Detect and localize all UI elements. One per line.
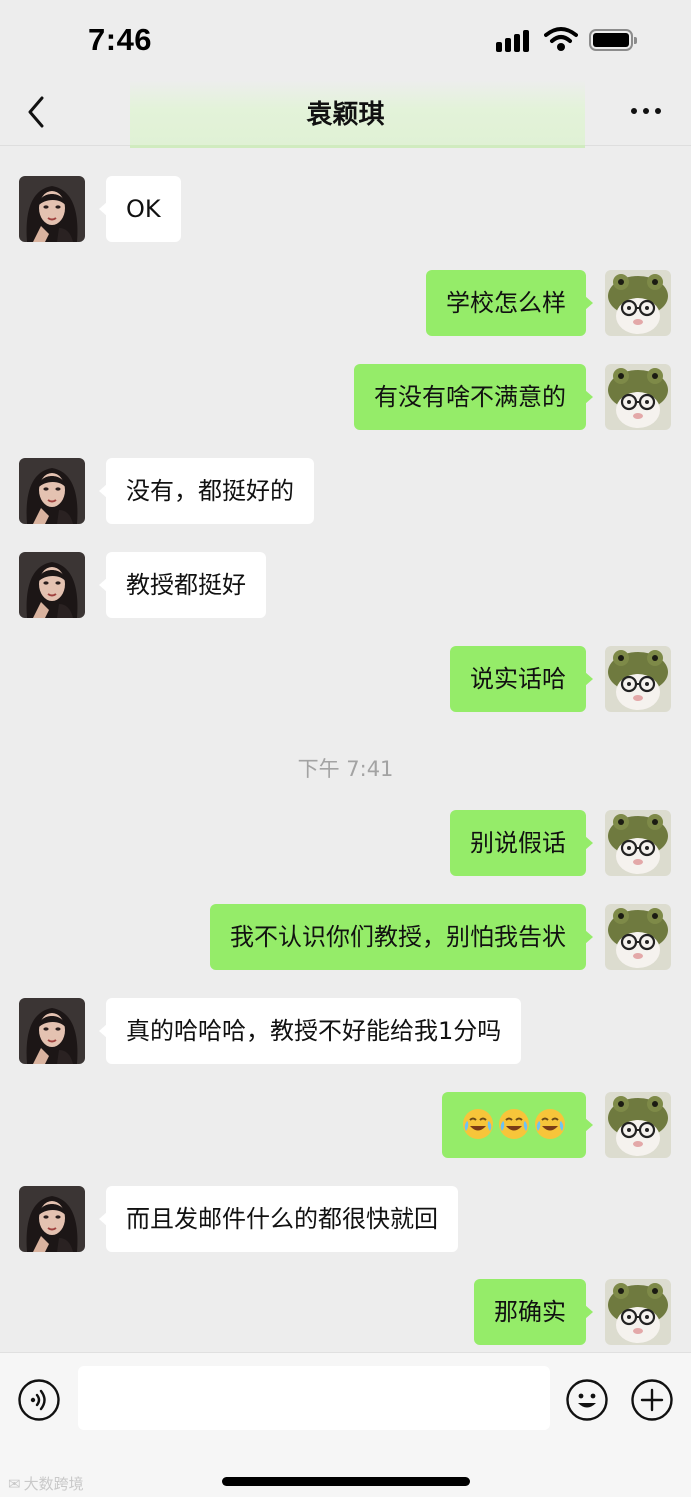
tears-of-joy-emoji	[462, 1108, 494, 1140]
status-bar: 7:46	[0, 0, 691, 80]
battery-icon	[589, 29, 637, 51]
watermark-logo-icon: ✉	[8, 1474, 21, 1493]
my-avatar[interactable]	[605, 1092, 671, 1158]
input-bar: ✉ 大数跨境	[0, 1352, 691, 1497]
emoji-smile-icon[interactable]	[565, 1378, 609, 1422]
message-outgoing[interactable]: 别说假话	[450, 810, 593, 876]
home-indicator[interactable]	[222, 1477, 470, 1486]
my-avatar[interactable]	[605, 364, 671, 430]
message-input[interactable]	[78, 1366, 550, 1430]
wifi-icon	[544, 27, 578, 51]
chat-title: 袁颖琪	[306, 100, 385, 130]
my-avatar[interactable]	[605, 270, 671, 336]
message-outgoing[interactable]: 那确实	[474, 1279, 593, 1345]
message-incoming[interactable]: OK	[99, 176, 181, 242]
message-outgoing[interactable]: 有没有啥不满意的	[354, 364, 593, 430]
message-outgoing-emoji[interactable]	[442, 1092, 593, 1158]
message-outgoing[interactable]: 我不认识你们教授，别怕我告状	[210, 904, 593, 970]
tears-of-joy-emoji	[498, 1108, 530, 1140]
voice-icon[interactable]	[17, 1378, 61, 1422]
contact-avatar[interactable]	[19, 176, 85, 242]
my-avatar[interactable]	[605, 810, 671, 876]
my-avatar[interactable]	[605, 1279, 671, 1345]
plus-icon[interactable]	[630, 1378, 674, 1422]
contact-avatar[interactable]	[19, 552, 85, 618]
watermark: ✉ 大数跨境	[8, 1473, 84, 1494]
contact-avatar[interactable]	[19, 998, 85, 1064]
message-list[interactable]: OK 学校怎么样 有没有啥不满意的 没有，都挺好的 教授都挺好 说实话哈 下午 …	[0, 147, 691, 1352]
message-outgoing[interactable]: 学校怎么样	[426, 270, 593, 336]
more-icon[interactable]	[626, 106, 666, 118]
timestamp-divider: 下午 7:41	[297, 757, 394, 781]
message-incoming[interactable]: 没有，都挺好的	[99, 458, 314, 524]
watermark-text: 大数跨境	[23, 1475, 84, 1493]
my-avatar[interactable]	[605, 904, 671, 970]
message-incoming[interactable]: 而且发邮件什么的都很快就回	[99, 1186, 458, 1252]
message-incoming[interactable]: 真的哈哈哈，教授不好能给我1分吗	[98, 998, 522, 1064]
message-incoming[interactable]: 教授都挺好	[99, 552, 266, 618]
chat-header: 袁颖琪	[0, 80, 691, 148]
my-avatar[interactable]	[605, 646, 671, 712]
tears-of-joy-emoji	[534, 1108, 566, 1140]
contact-avatar[interactable]	[19, 458, 85, 524]
status-time: 7:46	[88, 22, 153, 57]
contact-avatar[interactable]	[19, 1186, 85, 1252]
cellular-signal-icon	[496, 30, 532, 52]
message-outgoing[interactable]: 说实话哈	[450, 646, 593, 712]
